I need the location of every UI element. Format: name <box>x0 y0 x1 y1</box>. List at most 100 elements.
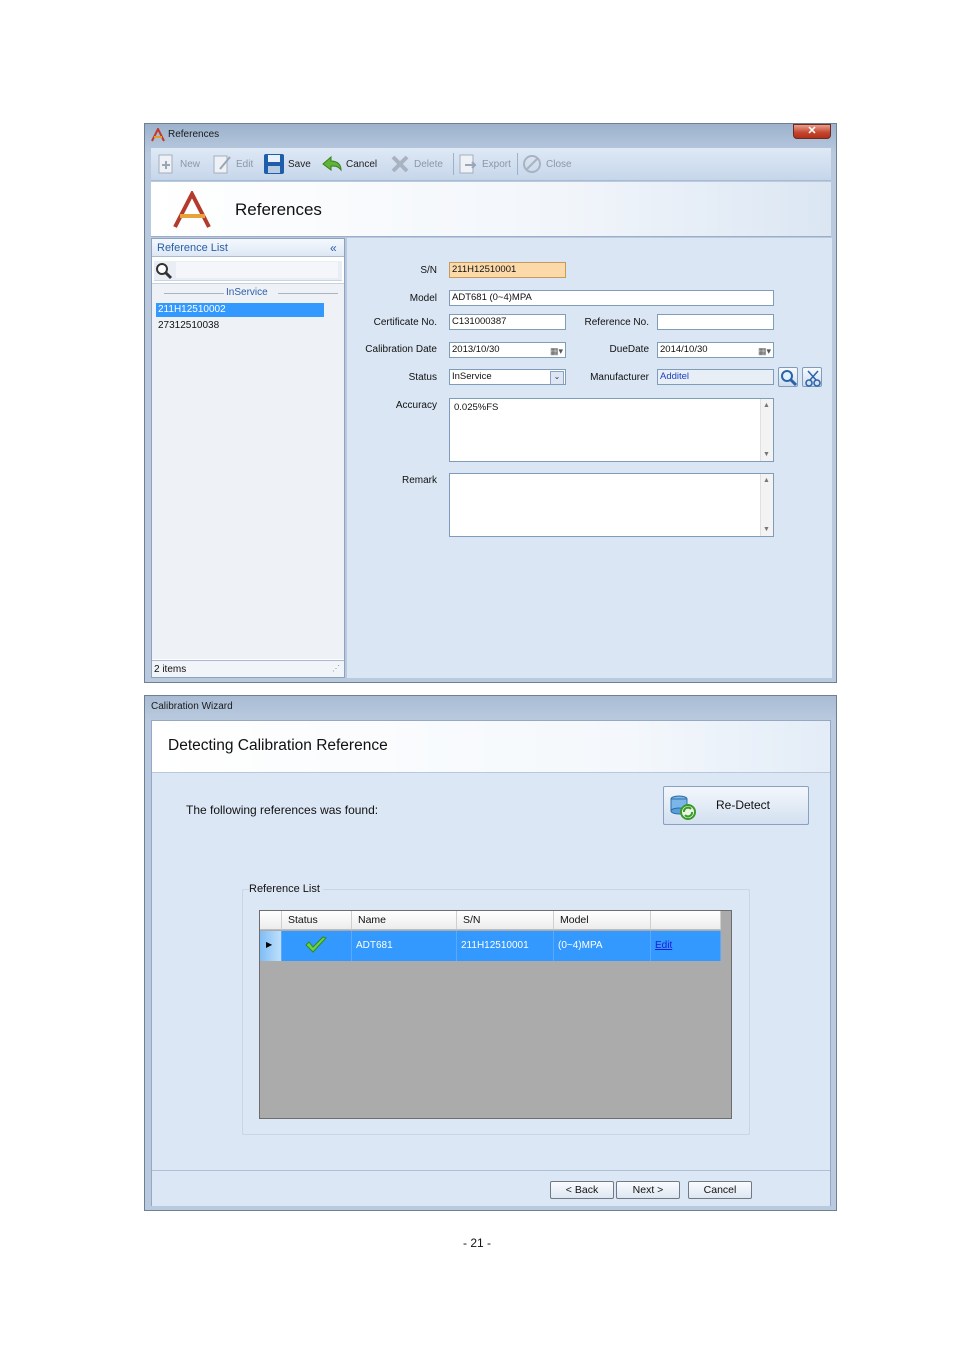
page-number: - 21 - <box>462 1236 491 1250</box>
calibration-wizard-window: Calibration Wizard Detecting Calibration… <box>144 695 837 1211</box>
model-cell: (0~4)MPA <box>554 931 651 961</box>
edit-link[interactable]: Edit <box>655 940 672 951</box>
found-references-text: The following references was found: <box>186 803 379 817</box>
scrollbar[interactable]: ▲ ▼ <box>760 474 773 536</box>
table-row[interactable]: ▶ ADT681 211H12510001 (0~4)MPA Edit <box>260 931 721 961</box>
manufacturer-search-button[interactable] <box>778 367 798 387</box>
app-logo-icon <box>151 126 165 142</box>
save-button[interactable]: Save <box>263 151 311 177</box>
manufacturer-label: Manufacturer <box>590 372 649 383</box>
collapse-pane-button[interactable]: « <box>330 241 337 255</box>
save-label: Save <box>288 158 311 170</box>
reference-detail-form: S/N 211H12510001 Model ADT681 (0~4)MPA C… <box>347 238 832 678</box>
due-date-label: DueDate <box>609 344 649 355</box>
certificate-no-field[interactable]: C131000387 <box>449 314 566 330</box>
cancel-label: Cancel <box>346 158 378 170</box>
action-cell: Edit <box>651 931 721 961</box>
window-title: References <box>168 129 220 140</box>
new-icon <box>155 153 177 175</box>
reference-grid: Status Name S/N Model ▶ ADT681 211H12510… <box>259 910 732 1119</box>
row-selector[interactable]: ▶ <box>260 931 282 961</box>
magnifier-icon <box>781 370 798 387</box>
edit-icon <box>211 153 233 175</box>
row-header-corner <box>260 911 282 930</box>
column-header-action <box>651 911 721 930</box>
reference-list-pane: Reference List « InService 211H12510002 … <box>151 238 345 678</box>
search-bar[interactable] <box>154 261 342 281</box>
due-date-value: 2014/10/30 <box>660 344 708 355</box>
list-item[interactable]: 211H12510002 <box>156 303 324 317</box>
edit-button[interactable]: Edit <box>211 151 253 177</box>
next-button[interactable]: Next > <box>616 1181 680 1199</box>
re-detect-label: Re-Detect <box>716 798 771 812</box>
wizard-footer: < Back Next > Cancel <box>152 1170 830 1206</box>
list-status-bar: 2 items ⋰ <box>152 660 344 677</box>
group-divider <box>278 293 338 294</box>
calendar-dropdown-icon[interactable]: ▦▾ <box>758 344 771 357</box>
sn-field[interactable]: 211H12510001 <box>449 262 566 278</box>
reference-list-label: Reference List <box>249 883 323 895</box>
export-button[interactable]: Export <box>457 151 511 177</box>
search-icon <box>155 262 173 283</box>
manufacturer-field[interactable]: Additel <box>657 369 774 385</box>
chevron-down-icon[interactable]: ⌄ <box>550 371 564 384</box>
close-button[interactable]: Close <box>521 151 572 177</box>
export-label: Export <box>482 158 511 170</box>
column-header-name[interactable]: Name <box>352 911 457 930</box>
references-window: References ✕ New Edit Save Cancel Delete… <box>144 123 837 683</box>
column-header-status[interactable]: Status <box>282 911 352 930</box>
accuracy-textarea[interactable]: 0.025%FS ▲ ▼ <box>449 398 774 462</box>
delete-button[interactable]: Delete <box>389 151 443 177</box>
new-label: New <box>180 158 201 170</box>
checkmark-icon <box>304 936 328 967</box>
remark-label: Remark <box>401 475 437 486</box>
accuracy-label: Accuracy <box>395 400 437 411</box>
calibration-date-picker[interactable]: 2013/10/30 ▦▾ <box>449 342 566 358</box>
column-header-model[interactable]: Model <box>554 911 651 930</box>
references-logo-icon <box>171 189 213 229</box>
page-header: References <box>151 182 831 237</box>
status-cell <box>282 931 352 961</box>
accuracy-value: 0.025%FS <box>454 402 499 413</box>
wizard-header: Detecting Calibration Reference <box>152 721 830 773</box>
edit-label: Edit <box>236 158 254 170</box>
sn-label: S/N <box>420 265 437 276</box>
group-header-inservice: InService <box>226 287 268 298</box>
page-title: References <box>235 200 322 219</box>
delete-label: Delete <box>414 158 443 170</box>
model-label: Model <box>409 293 437 304</box>
re-detect-button[interactable]: Re-Detect <box>663 786 809 825</box>
status-select[interactable]: InService ⌄ <box>449 369 566 385</box>
cancel-button[interactable]: Cancel <box>688 1181 752 1199</box>
scrollbar[interactable]: ▲ ▼ <box>760 399 773 461</box>
group-divider <box>164 293 224 294</box>
column-header-sn[interactable]: S/N <box>457 911 554 930</box>
refresh-database-icon <box>667 791 697 824</box>
wizard-step-title: Detecting Calibration Reference <box>168 737 388 754</box>
list-item[interactable]: 27312510038 <box>156 319 324 333</box>
export-icon <box>457 153 479 175</box>
due-date-picker[interactable]: 2014/10/30 ▦▾ <box>657 342 774 358</box>
toolbar-separator <box>517 153 518 175</box>
calendar-dropdown-icon[interactable]: ▦▾ <box>550 344 563 357</box>
name-cell: ADT681 <box>352 931 457 961</box>
search-input[interactable] <box>176 262 338 278</box>
cancel-button[interactable]: Cancel <box>321 151 377 177</box>
manufacturer-clear-button[interactable] <box>802 367 822 387</box>
model-field[interactable]: ADT681 (0~4)MPA <box>449 290 774 306</box>
item-count: 2 items <box>154 664 187 675</box>
save-icon <box>263 153 285 175</box>
status-label: Status <box>408 372 437 383</box>
new-button[interactable]: New <box>155 151 200 177</box>
status-value: InService <box>452 371 492 382</box>
remark-textarea[interactable]: ▲ ▼ <box>449 473 774 537</box>
reference-list-header: Reference List « <box>152 239 344 257</box>
undo-arrow-icon <box>321 153 343 175</box>
certificate-no-label: Certificate No. <box>373 317 437 328</box>
back-button[interactable]: < Back <box>550 1181 614 1199</box>
reference-no-field[interactable] <box>657 314 774 330</box>
close-window-button[interactable]: ✕ <box>793 124 831 139</box>
resize-grip-icon[interactable]: ⋰ <box>332 664 340 673</box>
window-title: Calibration Wizard <box>151 701 233 712</box>
close-circle-icon <box>521 153 543 175</box>
